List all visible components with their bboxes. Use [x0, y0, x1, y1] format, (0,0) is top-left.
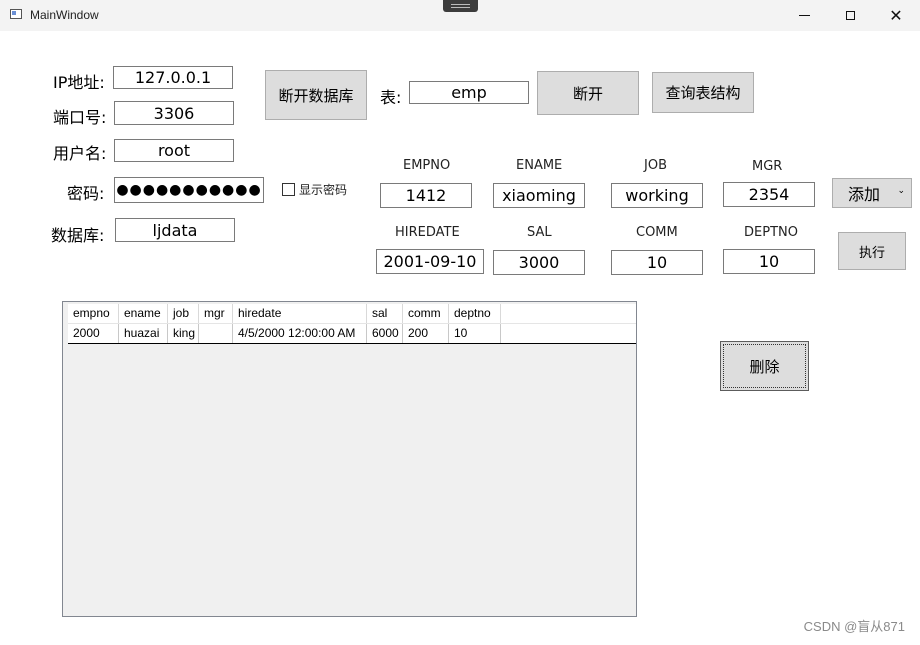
user-label: 用户名: — [53, 144, 107, 163]
table-cell-mgr[interactable] — [199, 324, 233, 343]
delete-button[interactable]: 删除 — [720, 341, 809, 391]
port-input[interactable] — [114, 101, 234, 125]
window-title: MainWindow — [30, 8, 99, 22]
data-grid[interactable]: empno ename job mgr hiredate sal comm deptno 20… — [62, 301, 637, 617]
comm-input[interactable] — [611, 250, 703, 275]
deptno-label: DEPTNO — [744, 225, 798, 240]
column-header-comm[interactable]: comm — [403, 304, 449, 323]
disconnect-button[interactable]: 断开 — [537, 71, 639, 115]
maximize-icon — [845, 11, 855, 20]
sal-label: SAL — [527, 225, 552, 240]
comm-label: COMM — [636, 225, 678, 240]
port-label: 端口号: — [53, 108, 107, 127]
hiredate-label: HIREDATE — [395, 225, 460, 240]
disconnect-database-button[interactable]: 断开数据库 — [265, 70, 367, 120]
sal-input[interactable] — [493, 250, 585, 275]
mgr-label: MGR — [752, 159, 783, 174]
table-input[interactable] — [409, 81, 529, 104]
show-password-checkbox[interactable] — [282, 183, 295, 196]
close-button[interactable]: ✕ — [873, 0, 919, 31]
empno-label: EMPNO — [403, 158, 451, 173]
ip-label: IP地址: — [53, 73, 105, 92]
column-header-mgr[interactable]: mgr — [199, 304, 233, 323]
minimize-icon — [798, 15, 810, 16]
deptno-input[interactable] — [723, 249, 815, 274]
ename-label: ENAME — [516, 158, 563, 173]
execute-button[interactable]: 执行 — [838, 232, 906, 270]
maximize-button[interactable] — [827, 0, 873, 31]
table-row[interactable]: 2000 huazai king 4/5/2000 12:00:00 AM 6000 20… — [68, 324, 636, 344]
grid-header-row: empno ename job mgr hiredate sal comm deptno — [68, 304, 636, 324]
app-window-icon — [10, 9, 22, 19]
show-password-label: 显示密码 — [299, 183, 348, 197]
column-header-hiredate[interactable]: hiredate — [233, 304, 367, 323]
database-label: 数据库: — [51, 226, 105, 245]
table-cell-comm[interactable]: 200 — [403, 324, 449, 343]
minimize-button[interactable] — [781, 0, 827, 31]
password-input[interactable]: ●●●●●●●●●●● — [114, 177, 264, 203]
operation-select[interactable]: 添加 ⌄ — [832, 178, 912, 208]
table-label: 表: — [380, 88, 402, 107]
column-header-ename[interactable]: ename — [119, 304, 168, 323]
table-cell-hiredate[interactable]: 4/5/2000 12:00:00 AM — [233, 324, 367, 343]
job-label: JOB — [644, 158, 667, 173]
empno-input[interactable] — [380, 183, 472, 208]
job-input[interactable] — [611, 183, 703, 208]
table-cell-empno[interactable]: 2000 — [68, 324, 119, 343]
mgr-input[interactable] — [723, 182, 815, 207]
operation-select-value: 添加 — [848, 185, 881, 204]
drag-grip-handle[interactable] — [443, 0, 478, 12]
ip-input[interactable] — [113, 66, 233, 89]
user-input[interactable] — [114, 139, 234, 162]
grid-body: 2000 huazai king 4/5/2000 12:00:00 AM 6000 20… — [68, 324, 636, 344]
table-cell-deptno[interactable]: 10 — [449, 324, 501, 343]
query-structure-button[interactable]: 查询表结构 — [652, 72, 754, 113]
password-label: 密码: — [67, 184, 105, 203]
column-header-job[interactable]: job — [168, 304, 199, 323]
database-input[interactable] — [115, 218, 235, 242]
ename-input[interactable] — [493, 183, 585, 208]
table-cell-job[interactable]: king — [168, 324, 199, 343]
column-header-sal[interactable]: sal — [367, 304, 403, 323]
table-cell-ename[interactable]: huazai — [119, 324, 168, 343]
close-icon: ✕ — [889, 6, 903, 25]
table-cell-sal[interactable]: 6000 — [367, 324, 403, 343]
column-header-empno[interactable]: empno — [68, 304, 119, 323]
chevron-down-icon: ⌄ — [897, 186, 905, 196]
watermark: CSDN @盲从871 — [803, 619, 905, 634]
hiredate-input[interactable] — [376, 249, 484, 274]
column-header-deptno[interactable]: deptno — [449, 304, 501, 323]
